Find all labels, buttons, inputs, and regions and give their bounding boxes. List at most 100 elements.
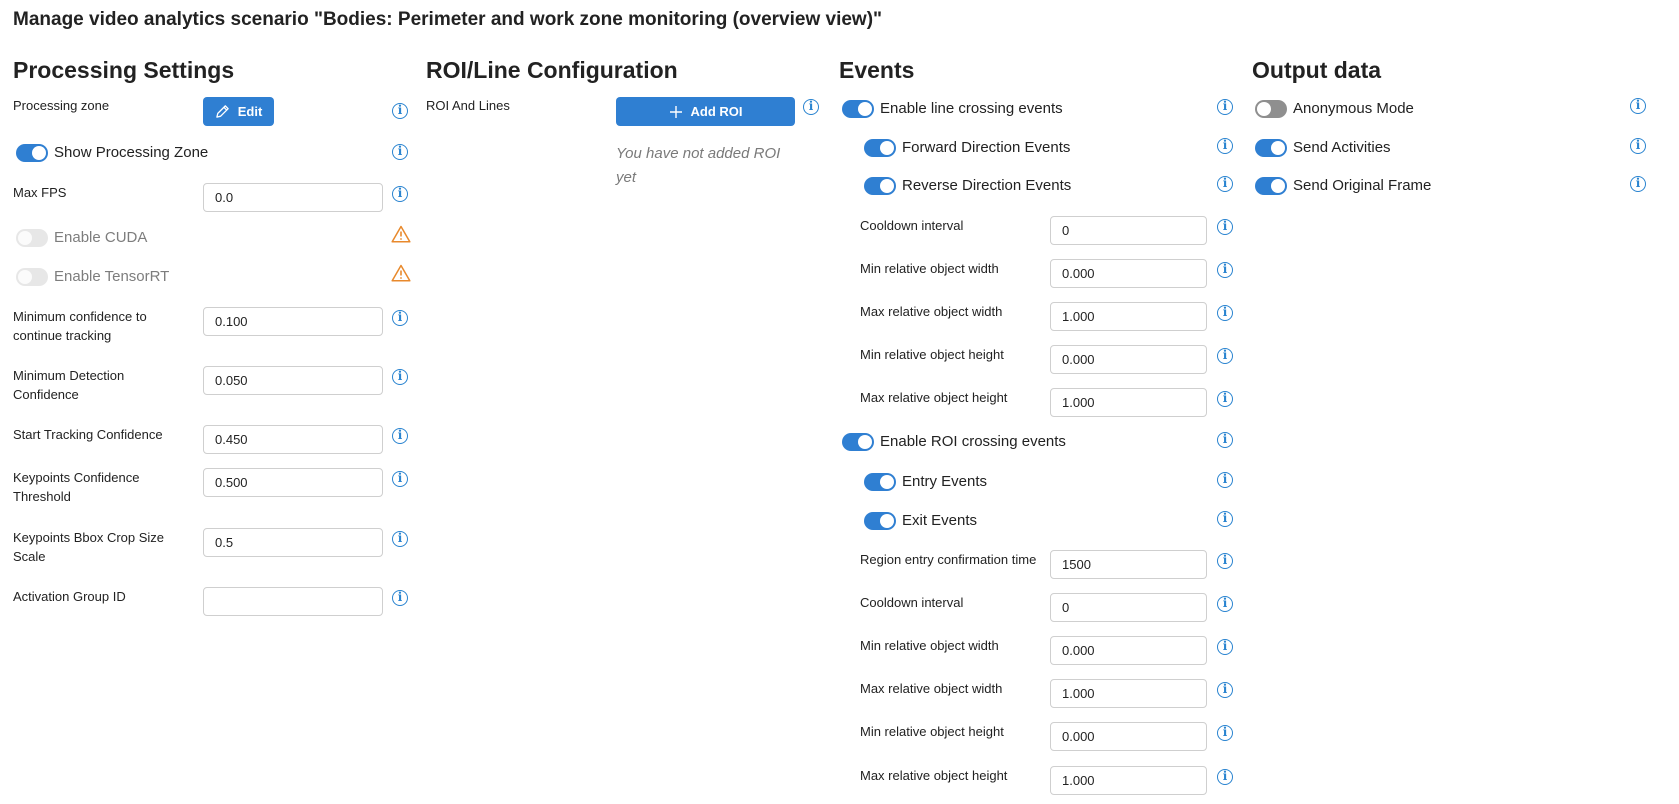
line-min-height-input[interactable] [1050, 345, 1207, 374]
reverse-direction-toggle[interactable] [864, 177, 896, 195]
edit-zone-button[interactable]: Edit [203, 97, 274, 126]
forward-direction-toggle[interactable] [864, 139, 896, 157]
line-crossing-row: Enable line crossing events i [839, 96, 1239, 136]
roi-max-width-input[interactable] [1050, 679, 1207, 708]
enable-tensorrt-toggle[interactable] [16, 268, 48, 286]
enable-cuda-row: Enable CUDA [13, 225, 413, 268]
roi-and-lines-row: ROI And Lines Add ROI i You have not add… [426, 96, 826, 206]
reverse-direction-label: Reverse Direction Events [902, 177, 1072, 194]
min-detection-input[interactable] [203, 366, 383, 395]
start-tracking-label: Start Tracking Confidence [13, 427, 163, 442]
info-icon[interactable]: i [392, 103, 408, 119]
info-icon[interactable]: i [1217, 348, 1233, 364]
page-title: Manage video analytics scenario "Bodies:… [13, 9, 883, 30]
info-icon[interactable]: i [392, 471, 408, 487]
show-processing-zone-label: Show Processing Zone [54, 144, 209, 161]
info-icon[interactable]: i [1217, 99, 1233, 115]
activation-group-label: Activation Group ID [13, 589, 126, 604]
info-icon[interactable]: i [1630, 138, 1646, 154]
line-min-width-label: Min relative object width [860, 261, 999, 276]
anonymous-mode-toggle[interactable] [1255, 100, 1287, 118]
info-icon[interactable]: i [1217, 682, 1233, 698]
line-cooldown-input[interactable] [1050, 216, 1207, 245]
edit-label: Edit [237, 104, 263, 119]
output-data-section: Output data Anonymous Mode i Send Activi… [1252, 56, 1652, 215]
roi-max-height-row: Max relative object height i [839, 766, 1239, 798]
forward-direction-label: Forward Direction Events [902, 139, 1071, 156]
keypoints-confidence-input[interactable] [203, 468, 383, 497]
max-fps-label: Max FPS [13, 185, 67, 200]
roi-cooldown-label: Cooldown interval [860, 595, 964, 610]
line-max-height-input[interactable] [1050, 388, 1207, 417]
add-roi-label: Add ROI [690, 104, 743, 119]
info-icon[interactable]: i [1217, 511, 1233, 527]
max-fps-input[interactable] [203, 183, 383, 212]
roi-min-height-label: Min relative object height [860, 724, 1004, 739]
min-confidence-input[interactable] [203, 307, 383, 336]
entry-events-toggle[interactable] [864, 473, 896, 491]
enable-tensorrt-label: Enable TensorRT [54, 268, 170, 285]
exit-events-toggle[interactable] [864, 512, 896, 530]
info-icon[interactable]: i [392, 310, 408, 326]
info-icon[interactable]: i [392, 428, 408, 444]
roi-configuration-section: ROI/Line Configuration ROI And Lines Add… [426, 56, 826, 206]
info-icon[interactable]: i [392, 590, 408, 606]
roi-entry-time-input[interactable] [1050, 550, 1207, 579]
info-icon[interactable]: i [1217, 639, 1233, 655]
anonymous-mode-row: Anonymous Mode i [1252, 96, 1652, 136]
info-icon[interactable]: i [392, 144, 408, 160]
info-icon[interactable]: i [1217, 176, 1233, 192]
info-icon[interactable]: i [1630, 98, 1646, 114]
add-roi-button[interactable]: Add ROI [616, 97, 795, 126]
roi-min-height-input[interactable] [1050, 722, 1207, 751]
line-crossing-toggle[interactable] [842, 100, 874, 118]
roi-cooldown-input[interactable] [1050, 593, 1207, 622]
send-original-frame-toggle[interactable] [1255, 177, 1287, 195]
roi-crossing-row: Enable ROI crossing events i [839, 432, 1239, 471]
line-min-width-input[interactable] [1050, 259, 1207, 288]
enable-cuda-label: Enable CUDA [54, 229, 148, 246]
keypoints-bbox-input[interactable] [203, 528, 383, 557]
keypoints-confidence-label: Keypoints Confidence Threshold [13, 470, 140, 504]
info-icon[interactable]: i [1217, 596, 1233, 612]
roi-empty-message: You have not added ROI yet [616, 145, 781, 186]
info-icon[interactable]: i [1217, 725, 1233, 741]
send-activities-row: Send Activities i [1252, 136, 1652, 175]
processing-settings-section: Processing Settings Processing zone Edit… [13, 56, 413, 627]
info-icon[interactable]: i [392, 531, 408, 547]
info-icon[interactable]: i [392, 186, 408, 202]
show-processing-zone-toggle[interactable] [16, 144, 48, 162]
send-activities-toggle[interactable] [1255, 139, 1287, 157]
activation-group-row: Activation Group ID i [13, 587, 413, 627]
roi-configuration-title: ROI/Line Configuration [426, 57, 678, 83]
line-min-height-row: Min relative object height i [839, 345, 1239, 388]
info-icon[interactable]: i [803, 99, 819, 115]
forward-direction-row: Forward Direction Events i [839, 136, 1239, 175]
exit-events-label: Exit Events [902, 512, 978, 529]
roi-crossing-toggle[interactable] [842, 433, 874, 451]
info-icon[interactable]: i [1217, 305, 1233, 321]
info-icon[interactable]: i [1217, 553, 1233, 569]
processing-settings-title: Processing Settings [13, 57, 235, 83]
roi-min-width-input[interactable] [1050, 636, 1207, 665]
activation-group-input[interactable] [203, 587, 383, 616]
roi-max-width-label: Max relative object width [860, 681, 1003, 696]
info-icon[interactable]: i [1217, 769, 1233, 785]
keypoints-bbox-label: Keypoints Bbox Crop Size Scale [13, 530, 165, 564]
info-icon[interactable]: i [1217, 432, 1233, 448]
info-icon[interactable]: i [392, 369, 408, 385]
info-icon[interactable]: i [1217, 262, 1233, 278]
info-icon[interactable]: i [1630, 176, 1646, 192]
info-icon[interactable]: i [1217, 138, 1233, 154]
entry-events-label: Entry Events [902, 473, 988, 490]
enable-cuda-toggle[interactable] [16, 229, 48, 247]
info-icon[interactable]: i [1217, 472, 1233, 488]
line-max-width-input[interactable] [1050, 302, 1207, 331]
start-tracking-input[interactable] [203, 425, 383, 454]
warning-icon [391, 264, 411, 282]
min-confidence-row: Minimum confidence to continue tracking … [13, 307, 413, 366]
info-icon[interactable]: i [1217, 391, 1233, 407]
info-icon[interactable]: i [1217, 219, 1233, 235]
roi-max-height-input[interactable] [1050, 766, 1207, 795]
reverse-direction-row: Reverse Direction Events i [839, 175, 1239, 216]
